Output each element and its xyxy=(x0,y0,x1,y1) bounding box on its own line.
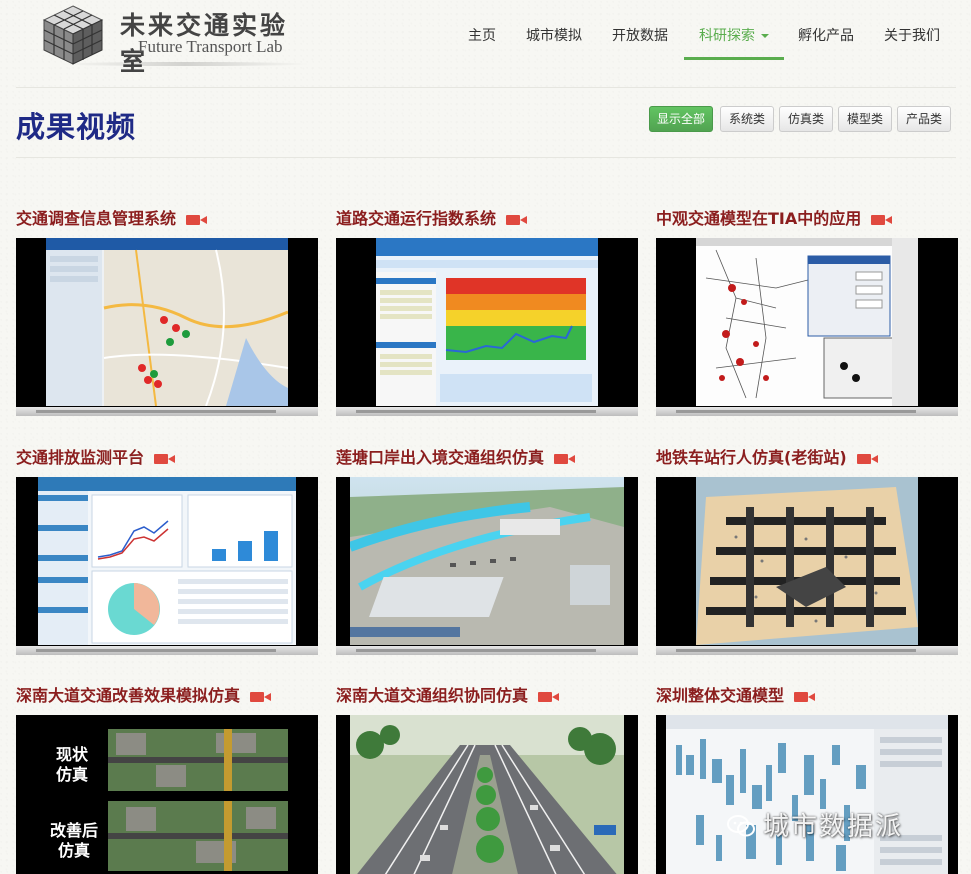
nav-research-label: 科研探索 xyxy=(699,28,755,44)
nav-research[interactable]: 科研探索 xyxy=(684,12,784,60)
video-controls[interactable] xyxy=(16,646,318,655)
filter-all-button[interactable]: 显示全部 xyxy=(649,106,713,132)
watermark: 城市数据派 xyxy=(727,806,903,843)
video-camera-icon xyxy=(538,692,560,702)
network-model-screen xyxy=(696,238,918,406)
rubiks-cube-icon xyxy=(42,5,104,65)
video-camera-icon xyxy=(871,215,893,225)
video-controls[interactable] xyxy=(336,407,638,416)
port-3d-screen xyxy=(350,477,624,645)
video-title[interactable]: 深圳整体交通模型 xyxy=(656,685,816,707)
station-3d-screen xyxy=(696,477,918,645)
logo-shadow xyxy=(60,62,310,66)
emission-dashboard-screen xyxy=(38,477,296,645)
nav-about[interactable]: 关于我们 xyxy=(874,12,950,60)
video-camera-icon xyxy=(554,454,576,464)
index-chart-screen xyxy=(376,238,598,406)
title-divider xyxy=(16,157,956,158)
brand-name-en: Future Transport Lab xyxy=(138,37,283,56)
video-thumbnail[interactable] xyxy=(656,715,958,874)
header-divider xyxy=(16,87,956,88)
site-header: 未来交通实验室 Future Transport Lab 主页 城市模拟 开放数… xyxy=(0,0,971,76)
video-thumbnail[interactable] xyxy=(656,477,958,655)
wechat-icon xyxy=(727,815,755,837)
video-title[interactable]: 莲塘口岸出入境交通组织仿真 xyxy=(336,447,576,469)
map-system-screen xyxy=(46,238,288,406)
nav-incubation[interactable]: 孵化产品 xyxy=(788,12,864,60)
filter-system-button[interactable]: 系统类 xyxy=(720,106,774,132)
nav-open-data[interactable]: 开放数据 xyxy=(602,12,678,60)
video-thumbnail[interactable] xyxy=(336,477,638,655)
road-3d-screen xyxy=(350,715,624,874)
video-thumbnail[interactable] xyxy=(336,715,638,874)
video-thumbnail[interactable] xyxy=(16,238,318,416)
video-camera-icon xyxy=(154,454,176,464)
video-title[interactable]: 深南大道交通组织协同仿真 xyxy=(336,685,560,707)
improved-simulation-label: 改善后 仿真 xyxy=(49,821,98,860)
video-camera-icon xyxy=(856,454,878,464)
filter-simulation-button[interactable]: 仿真类 xyxy=(779,106,833,132)
video-thumbnail[interactable] xyxy=(336,238,638,416)
video-controls[interactable] xyxy=(336,646,638,655)
video-camera-icon xyxy=(506,215,528,225)
video-camera-icon xyxy=(186,215,208,225)
video-title[interactable]: 中观交通模型在TIA中的应用 xyxy=(656,208,893,230)
video-camera-icon xyxy=(250,692,272,702)
nav-home[interactable]: 主页 xyxy=(458,12,506,60)
video-thumbnail[interactable] xyxy=(16,477,318,655)
video-thumbnail[interactable] xyxy=(656,238,958,416)
watermark-text: 城市数据派 xyxy=(763,812,904,842)
video-title[interactable]: 地铁车站行人仿真(老街站) xyxy=(656,447,878,469)
video-title[interactable]: 交通调查信息管理系统 xyxy=(16,208,208,230)
city-model-screen xyxy=(666,715,948,874)
video-title[interactable]: 交通排放监测平台 xyxy=(16,447,176,469)
page-title: 成果视频 xyxy=(16,110,137,144)
video-controls[interactable] xyxy=(656,646,958,655)
video-controls[interactable] xyxy=(656,407,958,416)
video-title[interactable]: 道路交通运行指数系统 xyxy=(336,208,528,230)
filter-product-button[interactable]: 产品类 xyxy=(897,106,951,132)
video-controls[interactable] xyxy=(16,407,318,416)
brand-logo[interactable]: 未来交通实验室 Future Transport Lab xyxy=(20,0,310,76)
video-thumbnail[interactable]: 现状 仿真 改善后 仿真 xyxy=(16,715,318,874)
nav-city-simulation[interactable]: 城市模拟 xyxy=(516,12,592,60)
filter-model-button[interactable]: 模型类 xyxy=(838,106,892,132)
video-title[interactable]: 深南大道交通改善效果模拟仿真 xyxy=(16,685,272,707)
caret-down-icon xyxy=(761,34,769,38)
current-simulation-label: 现状 仿真 xyxy=(55,745,88,784)
video-camera-icon xyxy=(794,692,816,702)
